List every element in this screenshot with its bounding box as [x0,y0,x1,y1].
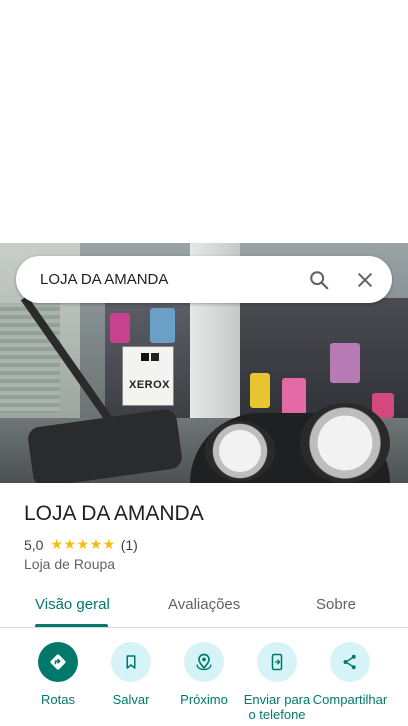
map-blank-area [0,0,408,243]
tab-about[interactable]: Sobre [316,596,356,613]
nearby-button[interactable]: Próximo [164,642,244,707]
bookmark-icon [126,655,136,669]
search-icon[interactable] [296,257,342,303]
send-to-phone-button[interactable]: Enviar para o telefone [237,642,317,722]
save-label: Salvar [112,692,150,707]
xerox-sign: XEROX [122,346,174,406]
rating-row[interactable]: 5,0 ★★★★★ (1) [24,536,138,553]
directions-button[interactable]: Rotas [18,642,98,707]
place-category: Loja de Roupa [24,556,116,572]
send-to-phone-label: Enviar para o telefone [243,692,311,722]
directions-icon [50,654,66,670]
share-label: Compartilhar [312,692,388,707]
rating-value: 5,0 [24,536,44,553]
save-button[interactable]: Salvar [91,642,171,707]
close-icon[interactable] [342,257,388,303]
tab-reviews[interactable]: Avaliações [168,596,240,613]
send-to-phone-icon [271,653,283,671]
directions-label: Rotas [41,692,75,707]
nearby-icon [196,653,212,671]
tab-bar: Visão geral Avaliações Sobre [0,584,408,628]
share-icon [343,654,356,670]
place-title: LOJA DA AMANDA [24,502,204,525]
action-buttons: Rotas Salvar Próximo Enviar para o telef… [0,640,408,726]
review-count: (1) [120,536,138,553]
share-button[interactable]: Compartilhar [310,642,390,707]
nearby-label: Próximo [180,692,228,707]
search-query[interactable]: LOJA DA AMANDA [40,271,296,288]
tab-overview[interactable]: Visão geral [35,596,110,613]
rating-stars: ★★★★★ [50,536,116,552]
search-bar[interactable]: LOJA DA AMANDA [16,256,392,303]
active-tab-indicator [35,624,108,627]
